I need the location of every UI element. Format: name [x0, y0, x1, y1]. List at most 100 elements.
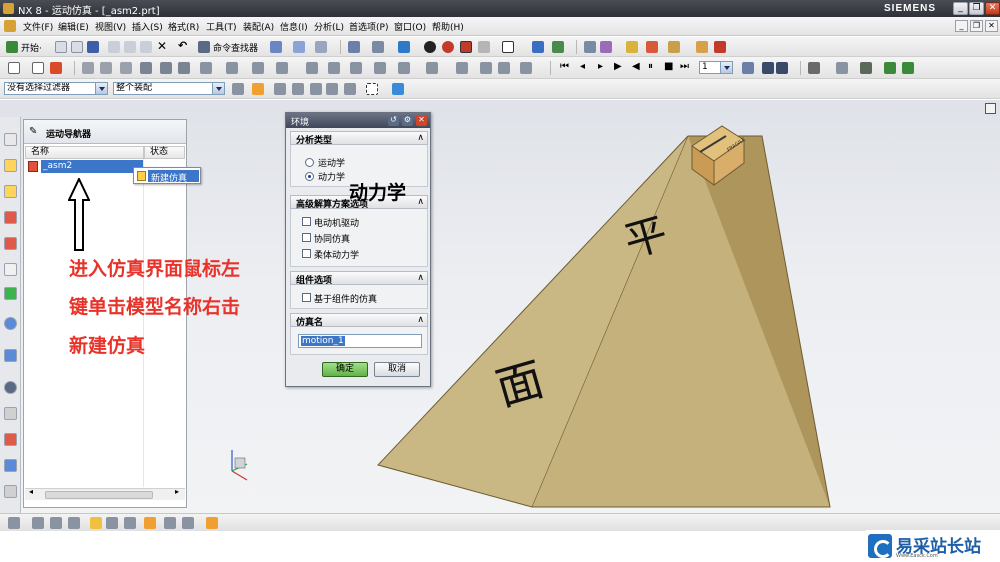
doc-close-button[interactable]: ✕	[985, 20, 998, 32]
play-button[interactable]: ▸	[598, 61, 603, 72]
vector-icon[interactable]	[884, 62, 896, 74]
solve-icon[interactable]	[374, 62, 386, 74]
save-icon[interactable]	[87, 41, 99, 53]
list-icon[interactable]	[584, 41, 596, 53]
animation-icon[interactable]	[398, 62, 410, 74]
system-materials-tab-icon[interactable]	[4, 381, 17, 394]
background-icon[interactable]	[478, 41, 490, 53]
section-component-options[interactable]: 组件选项 ∧	[290, 271, 428, 286]
column-header-status[interactable]: 状态	[144, 146, 185, 159]
link-icon[interactable]	[82, 62, 94, 74]
motion-solver-icon[interactable]	[50, 62, 62, 74]
part-navigator-tab-icon[interactable]	[4, 185, 17, 198]
scrollbar-thumb[interactable]	[45, 491, 153, 499]
collapse-icon[interactable]: ∧	[417, 315, 424, 325]
menu-format[interactable]: 格式(R)	[168, 20, 199, 33]
menu-window[interactable]: 窗口(O)	[394, 20, 426, 33]
palette-tab-icon[interactable]	[4, 287, 17, 300]
snap-pole-icon[interactable]	[182, 517, 194, 529]
command-finder-button[interactable]: 命令查找器	[213, 41, 258, 54]
close-button[interactable]: ✕	[985, 2, 1000, 15]
delete-icon[interactable]: ✕	[157, 40, 169, 52]
snap-intersection-icon[interactable]	[68, 517, 80, 529]
wcs-icon[interactable]	[293, 41, 305, 53]
pause-button[interactable]: ⏸	[648, 61, 653, 72]
new-file-icon[interactable]	[55, 41, 67, 53]
measure-motion-icon[interactable]	[520, 62, 532, 74]
joint-icon[interactable]	[100, 62, 112, 74]
driver-icon[interactable]	[306, 62, 318, 74]
start-menu-button[interactable]: 开始·	[21, 41, 42, 54]
curve-rule-icon[interactable]	[274, 83, 286, 95]
general-selection-icon[interactable]	[232, 83, 244, 95]
open-file-icon[interactable]	[71, 41, 83, 53]
graph-icon[interactable]	[696, 41, 708, 53]
horizontal-scrollbar[interactable]: ◂ ▸	[25, 487, 185, 500]
select-icon[interactable]	[808, 62, 820, 74]
master-model-icon[interactable]	[32, 62, 44, 74]
layer-icon[interactable]	[315, 41, 327, 53]
doc-restore-button[interactable]: ❐	[970, 20, 983, 32]
collapse-icon[interactable]: ∧	[417, 197, 424, 207]
curve-icon[interactable]	[600, 41, 612, 53]
last-frame-button[interactable]: ⏭	[680, 61, 689, 72]
menu-preferences[interactable]: 首选项(P)	[349, 20, 388, 33]
cut-icon[interactable]	[108, 41, 120, 53]
menu-help[interactable]: 帮助(H)	[432, 20, 464, 33]
menu-item-new-simulation[interactable]: 新建仿真	[151, 171, 187, 184]
restore-button[interactable]: ❐	[969, 2, 984, 15]
snap-on-face-icon[interactable]	[164, 517, 176, 529]
play-reverse-button[interactable]: ◀	[632, 61, 640, 72]
menu-edit[interactable]: 编辑(E)	[58, 20, 89, 33]
process-studio-tab-icon[interactable]	[4, 407, 17, 420]
menu-information[interactable]: 信息(I)	[280, 20, 308, 33]
ok-button[interactable]: 确定	[322, 362, 368, 377]
pin-icon[interactable]: ✎	[29, 126, 37, 137]
dialog-close-icon[interactable]: ✕	[416, 115, 427, 126]
dynamics-radio[interactable]	[305, 172, 314, 181]
type-filter-select[interactable]: 没有选择过滤器	[4, 82, 108, 95]
motion-navigator-tab-icon[interactable]	[4, 237, 17, 250]
assembly-nav-icon[interactable]	[532, 41, 544, 53]
plane-icon[interactable]	[902, 62, 914, 74]
feature-rule-icon[interactable]	[326, 83, 338, 95]
flexible-body-checkbox[interactable]	[302, 249, 311, 258]
snap-icon[interactable]	[836, 62, 848, 74]
component-based-checkbox[interactable]	[302, 293, 311, 302]
co-simulation-checkbox[interactable]	[302, 233, 311, 242]
collapse-icon[interactable]: ∧	[417, 273, 424, 283]
shaded-render-icon[interactable]	[398, 41, 410, 53]
menu-analysis[interactable]: 分析(L)	[314, 20, 344, 33]
orient-view-icon[interactable]	[372, 41, 384, 53]
analysis-icon[interactable]	[626, 41, 638, 53]
constraint-navigator-tab-icon[interactable]	[4, 159, 17, 172]
spring-icon[interactable]	[140, 62, 152, 74]
snap-on-curve-icon[interactable]	[144, 517, 156, 529]
snap-control-icon[interactable]	[50, 517, 62, 529]
body-rule-icon[interactable]	[310, 83, 322, 95]
fit-view-icon[interactable]	[348, 41, 360, 53]
edge-display-icon[interactable]	[442, 41, 454, 53]
assembly-navigator-tab-icon[interactable]	[4, 133, 17, 146]
manufacturing-wizard-tab-icon[interactable]	[4, 433, 17, 446]
damper-icon[interactable]	[160, 62, 172, 74]
interference-icon[interactable]	[498, 62, 510, 74]
history-tab-icon[interactable]	[4, 263, 17, 276]
view-maximize-icon[interactable]	[985, 103, 996, 114]
column-header-name[interactable]: 名称	[25, 146, 144, 159]
contact-icon[interactable]	[200, 62, 212, 74]
menu-view[interactable]: 视图(V)	[95, 20, 126, 33]
snap-options-icon[interactable]	[206, 517, 218, 529]
export-movie-icon[interactable]	[762, 62, 774, 74]
trace-icon[interactable]	[456, 62, 468, 74]
snap-existing-icon[interactable]	[124, 517, 136, 529]
scroll-right-icon[interactable]: ▸	[175, 487, 179, 496]
paste-icon[interactable]	[140, 41, 152, 53]
snap-endpoint-icon[interactable]	[8, 517, 20, 529]
nx-menu-icon[interactable]	[4, 20, 16, 32]
section-simulation-name[interactable]: 仿真名 ∧	[290, 313, 428, 328]
torque-icon[interactable]	[276, 62, 288, 74]
report-icon[interactable]	[714, 41, 726, 53]
snap-midpoint-icon[interactable]	[32, 517, 44, 529]
collapse-icon[interactable]: ∧	[417, 133, 424, 143]
